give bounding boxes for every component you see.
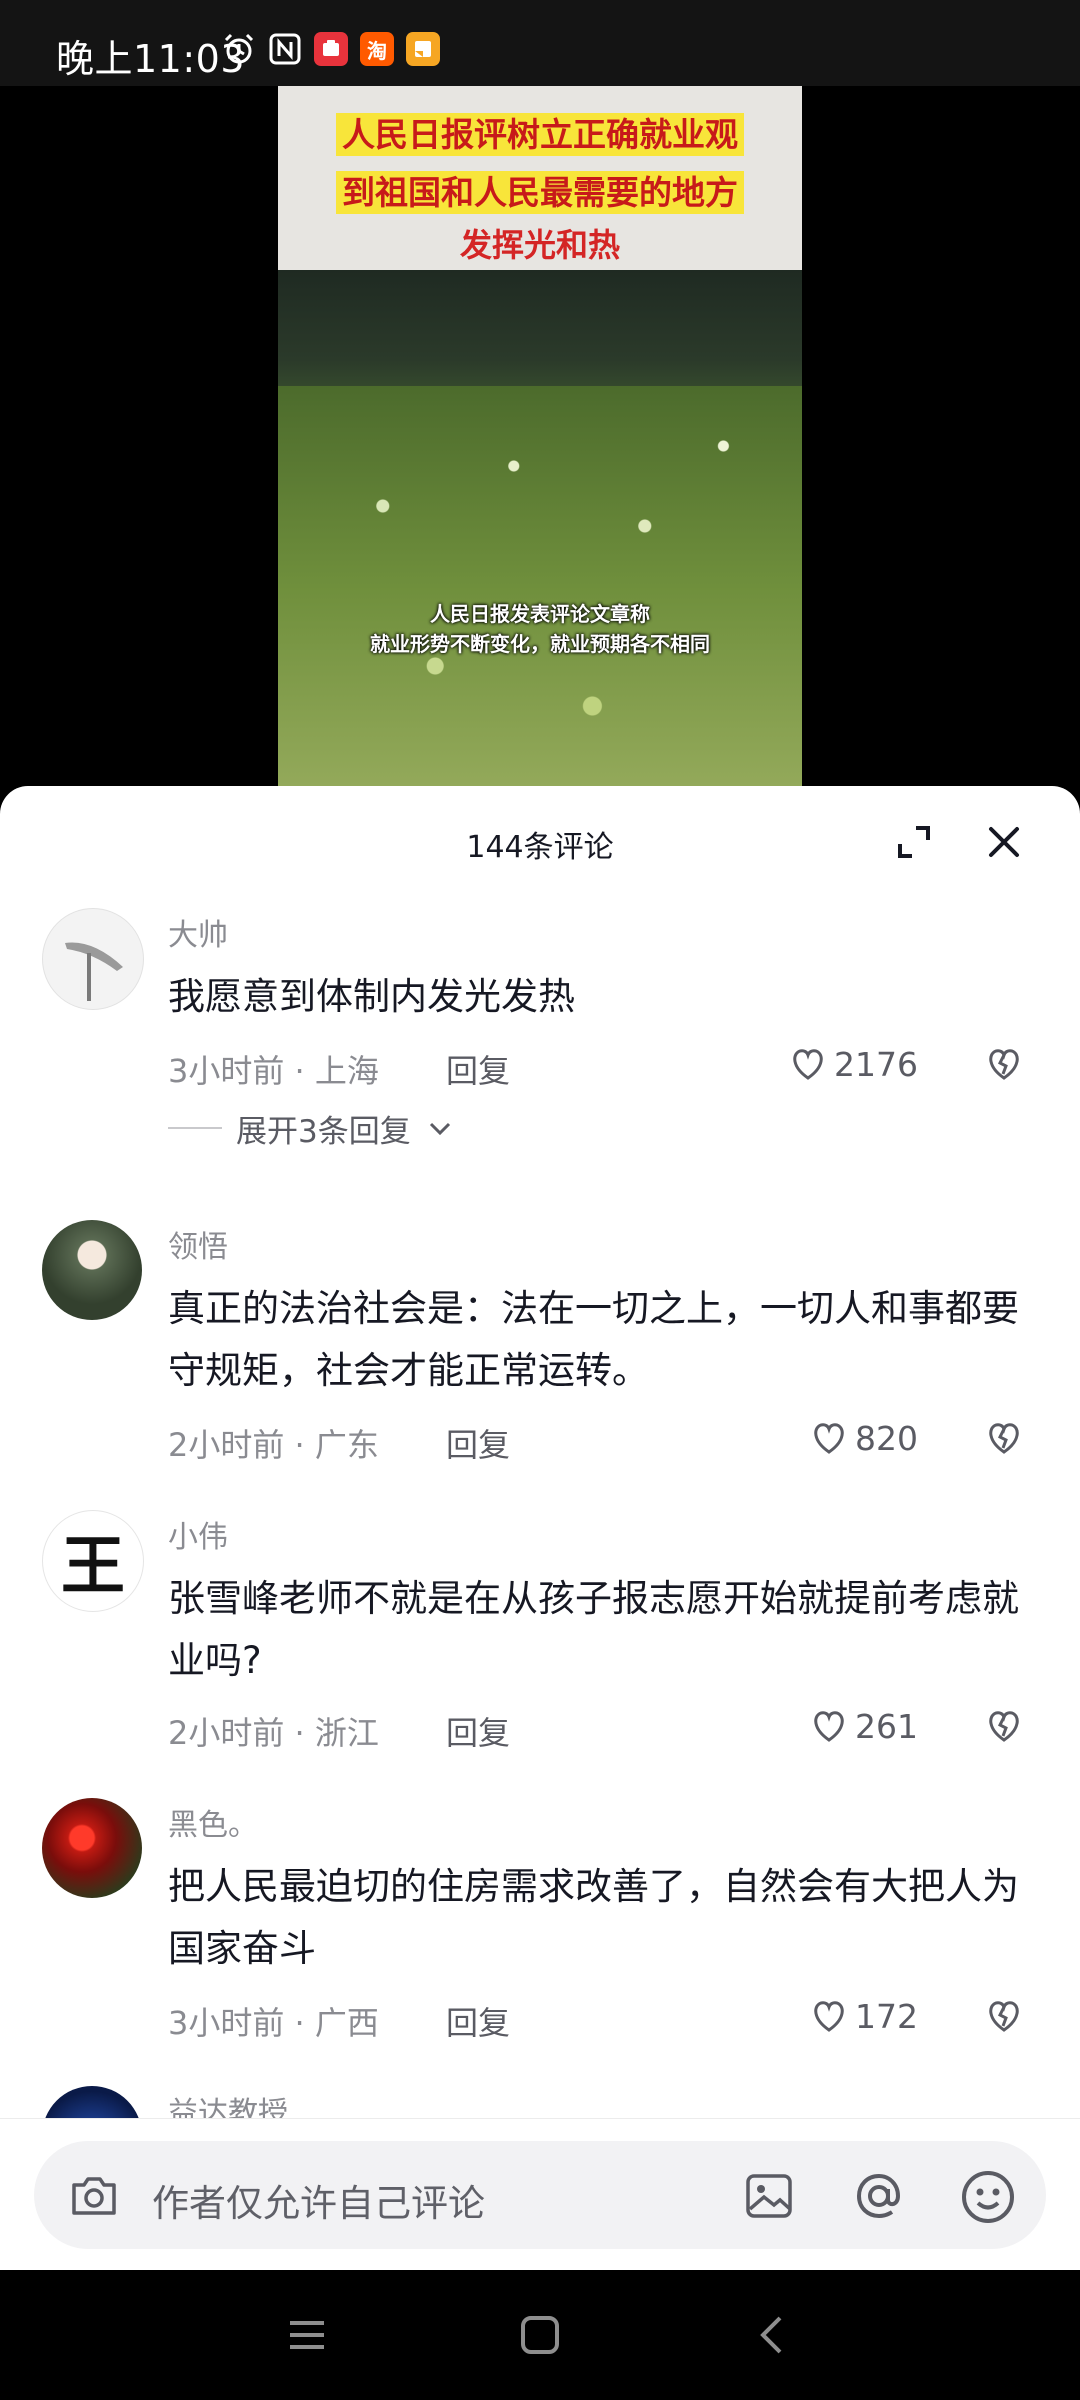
heart-icon: [814, 2001, 844, 2032]
comment-location: 广东: [314, 1426, 379, 1464]
comment-time: 2小时前: [168, 1714, 285, 1752]
comment-meta: 3小时前 · 上海: [168, 1052, 379, 1090]
reply-button[interactable]: 回复: [446, 1708, 510, 1754]
home-icon[interactable]: [515, 2310, 565, 2360]
comment-text: 张雪峰老师不就是在从孩子报志愿开始就提前考虑就业吗?: [168, 1577, 1019, 1682]
like-count: 261: [855, 1706, 918, 1746]
menu-icon[interactable]: [282, 2310, 332, 2360]
expand-replies-label: 展开3条回复: [236, 1113, 411, 1150]
divider: [168, 1127, 222, 1129]
expand-icon[interactable]: [892, 820, 936, 864]
comment-username[interactable]: 领悟: [168, 1222, 228, 1266]
camera-icon[interactable]: [68, 2173, 120, 2217]
dislike-icon[interactable]: [984, 1418, 1024, 1458]
comment-time: 2小时前: [168, 1426, 285, 1464]
reply-button[interactable]: 回复: [446, 1420, 510, 1466]
status-icons: 淘: [222, 32, 440, 66]
headline-line-1: 人民日报评树立正确就业观: [278, 108, 802, 156]
avatar[interactable]: [42, 908, 144, 1010]
comment-text: 把人民最迫切的住房需求改善了，自然会有大把人为国家奋斗: [168, 1865, 1019, 1970]
comment-time: 3小时前: [168, 1052, 285, 1090]
chevron-down-icon: [429, 1122, 450, 1136]
heart-icon: [814, 1711, 844, 1742]
comment-text: 真正的法治社会是：法在一切之上，一切人和事都要守规矩，社会才能正常运转。: [168, 1287, 1019, 1392]
comment-item: 黑色。 把人民最迫切的住房需求改善了，自然会有大把人为国家奋斗 3小时前 · 广…: [0, 1798, 1080, 2058]
comment-time: 3小时前: [168, 2004, 285, 2042]
comment-meta: 2小时前 · 浙江: [168, 1714, 379, 1752]
comment-input-area: 作者仅允许自己评论: [0, 2118, 1080, 2271]
back-icon[interactable]: [748, 2310, 798, 2360]
comment-item: 王 小伟 张雪峰老师不就是在从孩子报志愿开始就提前考虑就业吗? 2小时前 · 浙…: [0, 1510, 1080, 1770]
video-player[interactable]: 人民日报评树立正确就业观 到祖国和人民最需要的地方 发挥光和热 人民日报发表评论…: [0, 86, 1080, 786]
headline-line-2: 到祖国和人民最需要的地方: [278, 166, 802, 214]
like-button[interactable]: 172: [809, 1996, 918, 2036]
like-button[interactable]: 2176: [788, 1044, 918, 1084]
comment-item: 大帅 我愿意到体制内发光发热 3小时前 · 上海 回复 2176: [0, 908, 1080, 1108]
app-notification-icon: [314, 32, 348, 66]
video-headline-banner: 人民日报评树立正确就业观 到祖国和人民最需要的地方 发挥光和热: [278, 86, 802, 270]
video-frame[interactable]: 人民日报评树立正确就业观 到祖国和人民最需要的地方 发挥光和热 人民日报发表评论…: [278, 86, 802, 786]
comment-username[interactable]: 大帅: [168, 910, 228, 954]
avatar[interactable]: 王: [42, 1510, 144, 1612]
video-subtitle-line-1: 人民日报发表评论文章称: [430, 602, 650, 626]
like-button[interactable]: 261: [809, 1706, 918, 1746]
reply-button[interactable]: 回复: [446, 1046, 510, 1092]
reply-button[interactable]: 回复: [446, 1998, 510, 2044]
headline-line-3: 发挥光和热: [459, 226, 620, 264]
taobao-icon: 淘: [360, 32, 394, 66]
nfc-icon: [268, 32, 302, 66]
image-icon[interactable]: [744, 2171, 794, 2221]
comment-username[interactable]: 小伟: [168, 1512, 228, 1556]
like-count: 2176: [834, 1044, 918, 1084]
comments-sheet: 144条评论 大帅 我愿意到体制内发光发热 3小时前 · 上海 回复 2176 …: [0, 786, 1080, 2270]
heart-icon: [814, 1423, 844, 1454]
dislike-icon[interactable]: [984, 1044, 1024, 1084]
video-background-bushes: [278, 386, 802, 786]
comment-input-placeholder[interactable]: 作者仅允许自己评论: [152, 2173, 485, 2227]
comment-location: 广西: [314, 2004, 379, 2042]
avatar[interactable]: [42, 1220, 142, 1320]
expand-replies-button[interactable]: 展开3条回复: [168, 1108, 455, 1150]
status-time: 晚上11:03: [56, 37, 246, 81]
like-count: 172: [855, 1996, 918, 2036]
video-subtitle-line-2: 就业形势不断变化，就业预期各不相同: [370, 632, 710, 656]
comment-item: 领悟 真正的法治社会是：法在一切之上，一切人和事都要守规矩，社会才能正常运转。 …: [0, 1220, 1080, 1480]
comment-location: 上海: [314, 1052, 379, 1090]
dislike-icon[interactable]: [984, 1996, 1024, 2036]
alarm-icon: [222, 32, 256, 66]
status-bar: 晚上11:03 淘: [0, 0, 1080, 86]
like-count: 820: [855, 1418, 918, 1458]
comment-text: 我愿意到体制内发光发热: [168, 975, 575, 1018]
avatar[interactable]: [42, 1798, 142, 1898]
emoji-icon[interactable]: [960, 2169, 1016, 2225]
comment-meta: 3小时前 · 广西: [168, 2004, 379, 2042]
comment-username[interactable]: 黑色。: [168, 1800, 258, 1844]
heart-icon: [793, 1049, 823, 1080]
comment-input-field[interactable]: 作者仅允许自己评论: [34, 2141, 1046, 2249]
comment-location: 浙江: [314, 1714, 379, 1752]
like-button[interactable]: 820: [809, 1418, 918, 1458]
note-icon: [406, 32, 440, 66]
mention-icon[interactable]: [852, 2169, 906, 2223]
system-nav-bar: [0, 2270, 1080, 2400]
dislike-icon[interactable]: [984, 1706, 1024, 1746]
comment-meta: 2小时前 · 广东: [168, 1426, 379, 1464]
close-icon[interactable]: [982, 820, 1026, 864]
